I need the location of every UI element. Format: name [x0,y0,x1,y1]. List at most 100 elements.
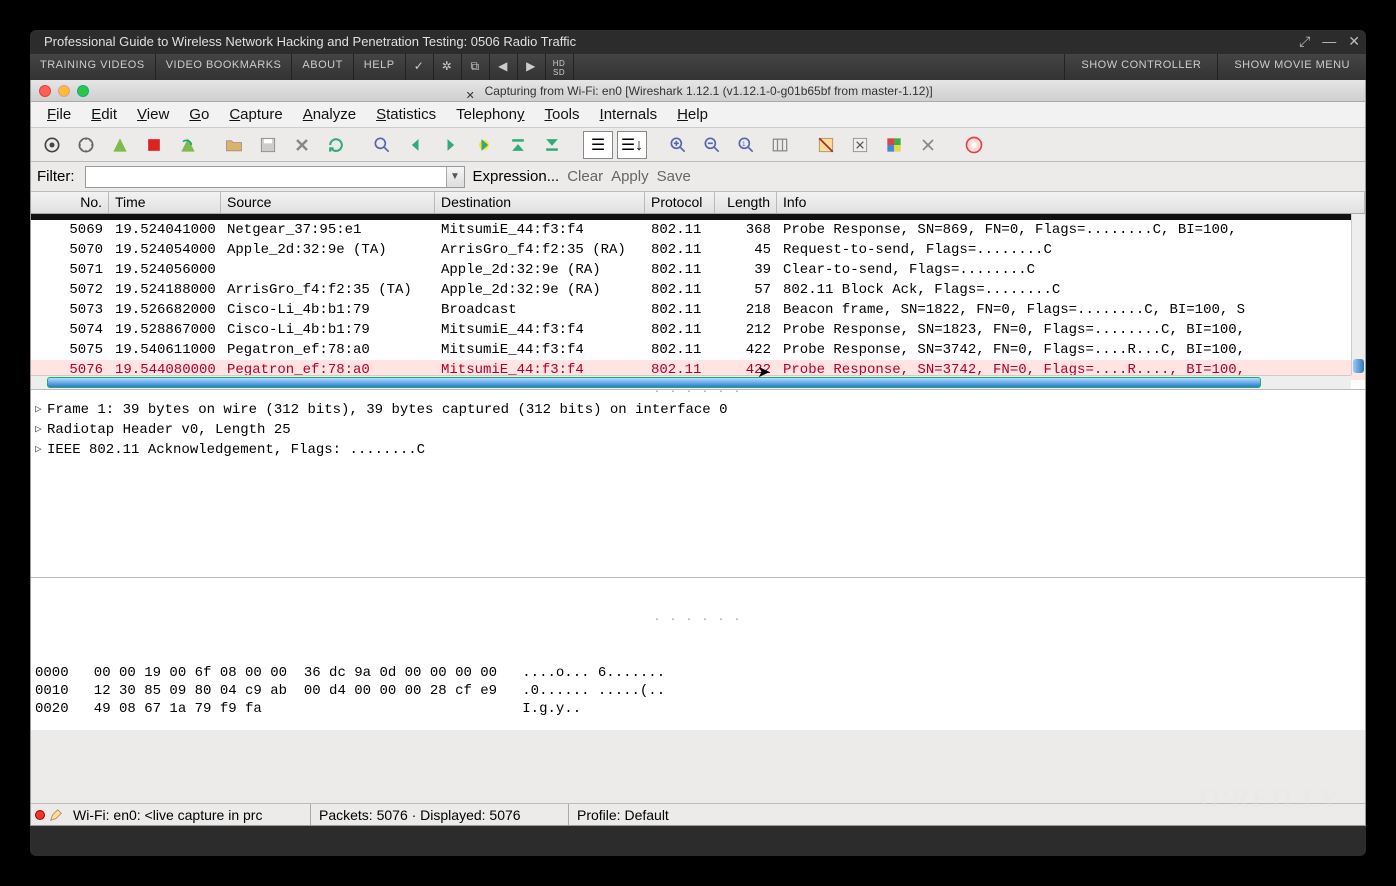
close-file-icon[interactable] [287,131,317,159]
hex-row[interactable]: 0010 12 30 85 09 80 04 c9 ab 00 d4 00 00… [35,682,1361,700]
prev-icon[interactable]: ◀ [490,54,518,80]
video-title-text: Professional Guide to Wireless Network H… [44,34,576,49]
tab-help[interactable]: HELP [354,54,406,80]
status-packets: Packets: 5076 · Displayed: 5076 [311,804,569,825]
table-row[interactable]: 507119.524056000Apple_2d:32:9e (RA)802.1… [31,260,1365,280]
video-close-icon[interactable]: ✕ [1348,33,1360,50]
statusbar: Wi-Fi: en0: <live capture in prc Packets… [31,803,1365,825]
detail-ieee80211[interactable]: ▷IEEE 802.11 Acknowledgement, Flags: ...… [35,440,1361,460]
settings-gear-icon[interactable]: ✲ [434,54,462,80]
col-no[interactable]: No. [31,192,109,213]
expression-button[interactable]: Expression... [473,168,560,185]
table-row[interactable]: 507219.524188000ArrisGro_f4:f2:35 (TA)Ap… [31,280,1365,300]
status-interface: Wi-Fi: en0: <live capture in prc [65,804,311,825]
detail-frame[interactable]: ▷Frame 1: 39 bytes on wire (312 bits), 3… [35,400,1361,420]
clear-button[interactable]: Clear [567,168,603,185]
packet-list: No. Time Source Destination Protocol Len… [31,192,1365,390]
mac-title-text: Capturing from Wi-Fi: en0 [Wireshark 1.1… [485,84,933,98]
colorize-icon[interactable]: ☰ [583,131,613,159]
mac-minimize-icon[interactable] [58,85,70,97]
menu-go[interactable]: Go [179,106,219,123]
status-profile[interactable]: Profile: Default [569,804,677,825]
table-row[interactable]: 506919.524041000Netgear_37:95:e1MitsumiE… [31,220,1365,240]
options-icon[interactable] [71,131,101,159]
menu-view[interactable]: View [127,106,179,123]
show-movie-menu-button[interactable]: SHOW MOVIE MENU [1217,54,1366,80]
col-proto[interactable]: Protocol [645,192,715,213]
video-minimize-icon[interactable]: — [1322,33,1336,50]
restart-capture-icon[interactable] [173,131,203,159]
help-icon[interactable] [959,131,989,159]
svg-text:1: 1 [742,140,746,147]
menu-help[interactable]: Help [667,106,718,123]
mac-zoom-icon[interactable] [77,85,89,97]
show-controller-button[interactable]: SHOW CONTROLLER [1064,54,1217,80]
resize-columns-icon[interactable] [765,131,795,159]
display-filters-icon[interactable] [845,131,875,159]
hd-sd-icon[interactable]: HDSD [546,54,574,80]
video-pin-icon[interactable]: ⤢ [1299,33,1310,50]
hex-row[interactable]: 0000 00 00 19 00 6f 08 00 00 36 dc 9a 0d… [35,664,1361,682]
go-forward-icon[interactable] [435,131,465,159]
check-icon[interactable]: ✓ [406,54,434,80]
tab-video-bookmarks[interactable]: VIDEO BOOKMARKS [156,54,293,80]
go-first-icon[interactable] [503,131,533,159]
play-icon[interactable]: ▶ [518,54,546,80]
filterbar: Filter: ▼ Expression... Clear Apply Save [31,162,1365,192]
save-filter-button[interactable]: Save [657,168,691,185]
filter-label: Filter: [37,168,77,185]
menu-file[interactable]: File [37,106,81,123]
tab-training-videos[interactable]: TRAINING VIDEOS [30,54,156,80]
zoom-reset-icon[interactable]: 1 [731,131,761,159]
col-source[interactable]: Source [221,192,435,213]
apply-button[interactable]: Apply [611,168,649,185]
menubar: File Edit View Go Capture Analyze Statis… [31,102,1365,128]
menu-analyze[interactable]: Analyze [293,106,366,123]
menu-statistics[interactable]: Statistics [366,106,446,123]
open-file-icon[interactable] [219,131,249,159]
tab-about[interactable]: ABOUT [292,54,353,80]
go-last-icon[interactable] [537,131,567,159]
packet-vscrollbar[interactable] [1351,214,1365,375]
save-file-icon[interactable] [253,131,283,159]
packet-details: · · · · · · ▷Frame 1: 39 bytes on wire (… [31,390,1365,578]
interfaces-icon[interactable] [37,131,67,159]
expert-info-icon[interactable] [49,808,63,822]
zoom-in-icon[interactable] [663,131,693,159]
detail-radiotap[interactable]: ▷Radiotap Header v0, Length 25 [35,420,1361,440]
preferences-icon[interactable] [913,131,943,159]
popout-icon[interactable]: ⧉ [462,54,490,80]
menu-telephony[interactable]: Telephony [446,106,534,123]
find-packet-icon[interactable] [367,131,397,159]
col-time[interactable]: Time [109,192,221,213]
toolbar: ☰ ☰↓ 1 [31,128,1365,162]
col-dest[interactable]: Destination [435,192,645,213]
menu-internals[interactable]: Internals [590,106,668,123]
auto-scroll-icon[interactable]: ☰↓ [617,131,647,159]
menu-tools[interactable]: Tools [535,106,590,123]
mac-close-icon[interactable] [39,85,51,97]
capture-filters-icon[interactable] [811,131,841,159]
filter-dropdown-icon[interactable]: ▼ [446,167,464,187]
stop-capture-icon[interactable] [139,131,169,159]
reload-icon[interactable] [321,131,351,159]
zoom-out-icon[interactable] [697,131,727,159]
start-capture-icon[interactable] [105,131,135,159]
table-row[interactable]: 507319.526682000Cisco-Li_4b:b1:79Broadca… [31,300,1365,320]
table-row[interactable]: 507419.528867000Cisco-Li_4b:b1:79Mitsumi… [31,320,1365,340]
col-info[interactable]: Info [777,192,1365,213]
col-length[interactable]: Length [715,192,777,213]
oreilly-tabs: TRAINING VIDEOS VIDEO BOOKMARKS ABOUT HE… [30,54,1366,80]
menu-edit[interactable]: Edit [81,106,127,123]
recording-icon [35,810,45,820]
video-window-title: Professional Guide to Wireless Network H… [30,30,1366,54]
hex-row[interactable]: 0020 49 08 67 1a 79 f9 fa I.g.y.. [35,700,1361,718]
filter-input[interactable]: ▼ [85,166,465,188]
coloring-rules-icon[interactable] [879,131,909,159]
menu-capture[interactable]: Capture [219,106,292,123]
table-row[interactable]: 507019.524054000Apple_2d:32:9e (TA)Arris… [31,240,1365,260]
go-back-icon[interactable] [401,131,431,159]
go-to-packet-icon[interactable] [469,131,499,159]
wireshark-icon: ✕ [463,85,477,99]
table-row[interactable]: 507519.540611000Pegatron_ef:78:a0Mitsumi… [31,340,1365,360]
